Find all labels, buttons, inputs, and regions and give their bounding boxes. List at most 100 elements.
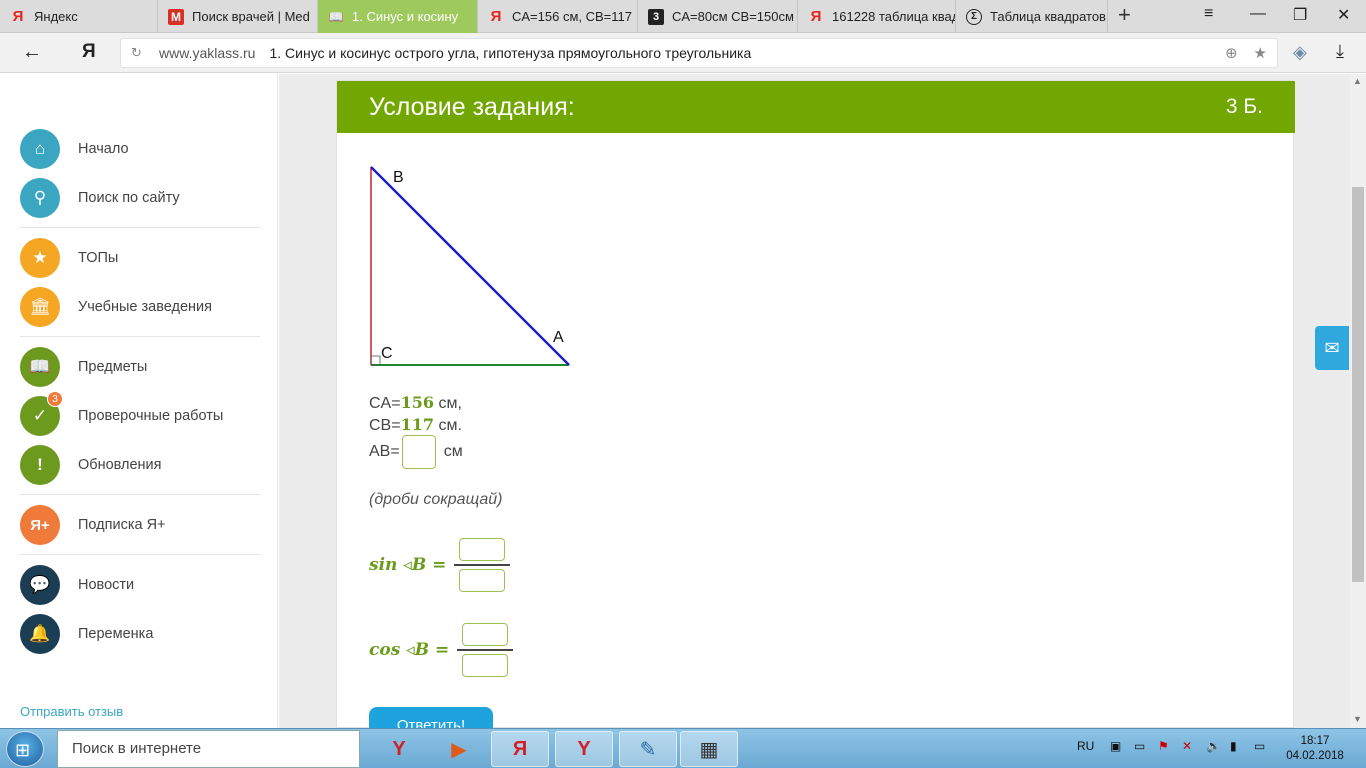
task-card: Условие задания: 3 Б. B C A CA=156 см, C… [336, 80, 1295, 741]
download-icon[interactable]: ⤓ [1336, 41, 1344, 62]
reload-icon[interactable]: ↻ [131, 45, 151, 61]
tab-medical-search[interactable]: M Поиск врачей | Med [158, 0, 318, 33]
sin-fraction [454, 538, 511, 592]
sidebar-item-subscription[interactable]: Я+ Подписка Я+ [20, 505, 166, 545]
cb-label: CB= [369, 417, 401, 434]
cos-label: cos ◃B = [369, 639, 450, 660]
language-indicator[interactable]: RU [1077, 739, 1094, 753]
tab-yandex-search-1[interactable]: Я CA=156 см, CB=117 [478, 0, 638, 33]
fraction-line [454, 564, 511, 566]
right-angle-mark [370, 355, 381, 366]
layers-icon[interactable]: ◈ [1293, 42, 1307, 63]
side-ab [370, 166, 570, 366]
sin-numerator-input[interactable] [459, 538, 506, 561]
search-icon: ⚲ [20, 178, 60, 218]
close-button[interactable]: ✕ [1337, 5, 1350, 25]
battery-icon[interactable]: ▭ [1254, 739, 1265, 753]
start-button[interactable]: ⊞ [6, 731, 44, 767]
sidebar-item-home[interactable]: ⌂ Начало [20, 129, 129, 169]
sidebar-item-news[interactable]: 💬 Новости [20, 565, 134, 605]
new-tab-button[interactable]: + [1118, 2, 1131, 28]
network-warning-icon[interactable]: ✕ [1182, 739, 1192, 753]
ca-value: 156 [400, 393, 434, 412]
sidebar-item-updates[interactable]: ! Обновления [20, 445, 162, 485]
browser-tab-strip: Я Яндекс M Поиск врачей | Med 📖 1. Синус… [0, 0, 1366, 33]
yandex-browser-active-icon[interactable]: Y [555, 731, 613, 767]
ab-answer-input[interactable] [401, 435, 436, 469]
tab-squares-table[interactable]: Σ Таблица квадратов [956, 0, 1108, 33]
yandex-icon: Я [810, 8, 822, 25]
notepad-icon[interactable]: ✎ [619, 731, 677, 767]
gmail-icon: M [168, 8, 184, 25]
minimize-button[interactable]: — [1250, 5, 1266, 23]
tab-yandex-search-2[interactable]: Я 161228 таблица квад [798, 0, 956, 33]
check-icon: ✓ 3 [20, 391, 63, 436]
task-points: 3 Б. [1225, 95, 1263, 118]
condition-cb: CB=117 см. [369, 415, 462, 435]
sigma-icon: Σ [966, 8, 982, 25]
tab-label: 161228 таблица квад [832, 9, 956, 24]
cos-numerator-input[interactable] [462, 623, 509, 646]
tab-znanija[interactable]: 3 CA=80см CB=150см [638, 0, 798, 33]
clock-date: 04.02.2018 [1286, 750, 1344, 762]
menu-icon[interactable]: ≡ [1204, 5, 1213, 23]
cb-unit: см. [438, 417, 462, 434]
bookmark-star-icon[interactable]: ★ [1254, 44, 1267, 62]
tab-label: 1. Синус и косину [352, 9, 459, 24]
flag-icon[interactable]: ⚑ [1158, 739, 1169, 753]
sidebar-item-tests[interactable]: ✓ 3 Проверочные работы [20, 391, 223, 436]
feedback-link[interactable]: Отправить отзыв [20, 704, 123, 719]
tab-yaklass-active[interactable]: 📖 1. Синус и косину [318, 0, 478, 33]
sin-denominator-input[interactable] [459, 568, 506, 592]
book-icon: 📖 [328, 9, 344, 24]
cos-fraction [457, 623, 514, 677]
hint-text: (дроби сокращай) [369, 491, 503, 508]
yandex-logo[interactable]: Я [82, 41, 96, 63]
back-arrow-icon[interactable]: ← [22, 41, 42, 64]
sidebar-item-label: Поиск по сайту [78, 190, 180, 206]
volume-icon[interactable]: 🔈 [1206, 739, 1221, 753]
url-field[interactable]: ↻ www.yaklass.ru 1. Синус и косинус остр… [120, 38, 1278, 68]
school-icon: 🏛 [20, 287, 60, 327]
condition-ca: CA=156 см, [369, 393, 462, 413]
notification-badge: 3 [47, 391, 63, 407]
sidebar-item-subjects[interactable]: 📖 Предметы [20, 347, 147, 387]
taskbar-search-input[interactable]: Поиск в интернете [57, 730, 360, 768]
tab-yandex[interactable]: Я Яндекс [0, 0, 158, 33]
sidebar-item-label: Подписка Я+ [78, 517, 166, 533]
url-domain: www.yaklass.ru [159, 45, 256, 61]
tray-icon[interactable]: ▭ [1134, 739, 1145, 753]
yandex-app-icon[interactable]: Я [491, 731, 549, 767]
task-title: Условие задания: [369, 93, 575, 121]
cos-row: cos ◃B = [369, 623, 514, 677]
signal-icon[interactable]: ▮ [1230, 739, 1237, 753]
media-player-icon[interactable]: ▶ [430, 731, 488, 767]
yandex-browser-icon[interactable]: Y [370, 731, 428, 767]
sidebar-item-schools[interactable]: 🏛 Учебные заведения [20, 287, 212, 327]
calculator-icon[interactable]: ▦ [680, 731, 738, 767]
restore-button[interactable]: ❐ [1293, 5, 1307, 25]
scrollbar-thumb[interactable] [1352, 187, 1364, 582]
ya-plus-icon: Я+ [20, 505, 60, 545]
sidebar-item-break[interactable]: 🔔 Переменка [20, 614, 153, 654]
yandex-icon: Я [12, 8, 24, 25]
sidebar-item-label: Переменка [78, 626, 154, 642]
windows-taskbar: ⊞ Поиск в интернете Y ▶ Я Y ✎ ▦ RU ▣ ▭ ⚑… [0, 728, 1366, 768]
home-icon: ⌂ [20, 129, 60, 169]
mail-icon[interactable]: ✉ [1315, 326, 1349, 370]
page-scrollbar[interactable]: ▲ ▼ [1350, 74, 1366, 728]
sidebar-item-tops[interactable]: ★ ТОПы [20, 238, 118, 278]
fraction-line [457, 649, 514, 651]
scroll-down-icon[interactable]: ▼ [1353, 714, 1362, 724]
sidebar-item-site-search[interactable]: ⚲ Поиск по сайту [20, 178, 180, 218]
globe-icon[interactable]: ⊕ [1225, 44, 1238, 62]
scroll-up-icon[interactable]: ▲ [1353, 76, 1362, 86]
sin-label: sin ◃B = [369, 554, 447, 575]
tab-label: CA=156 см, CB=117 [512, 9, 632, 24]
address-bar-row: ← Я ↻ www.yaklass.ru 1. Синус и косинус … [0, 33, 1366, 73]
tray-icon[interactable]: ▣ [1110, 739, 1121, 753]
vertex-b-label: B [393, 169, 404, 186]
system-clock[interactable]: 18:17 04.02.2018 [1280, 734, 1350, 764]
cos-denominator-input[interactable] [462, 653, 509, 677]
chat-icon: 💬 [20, 565, 60, 605]
